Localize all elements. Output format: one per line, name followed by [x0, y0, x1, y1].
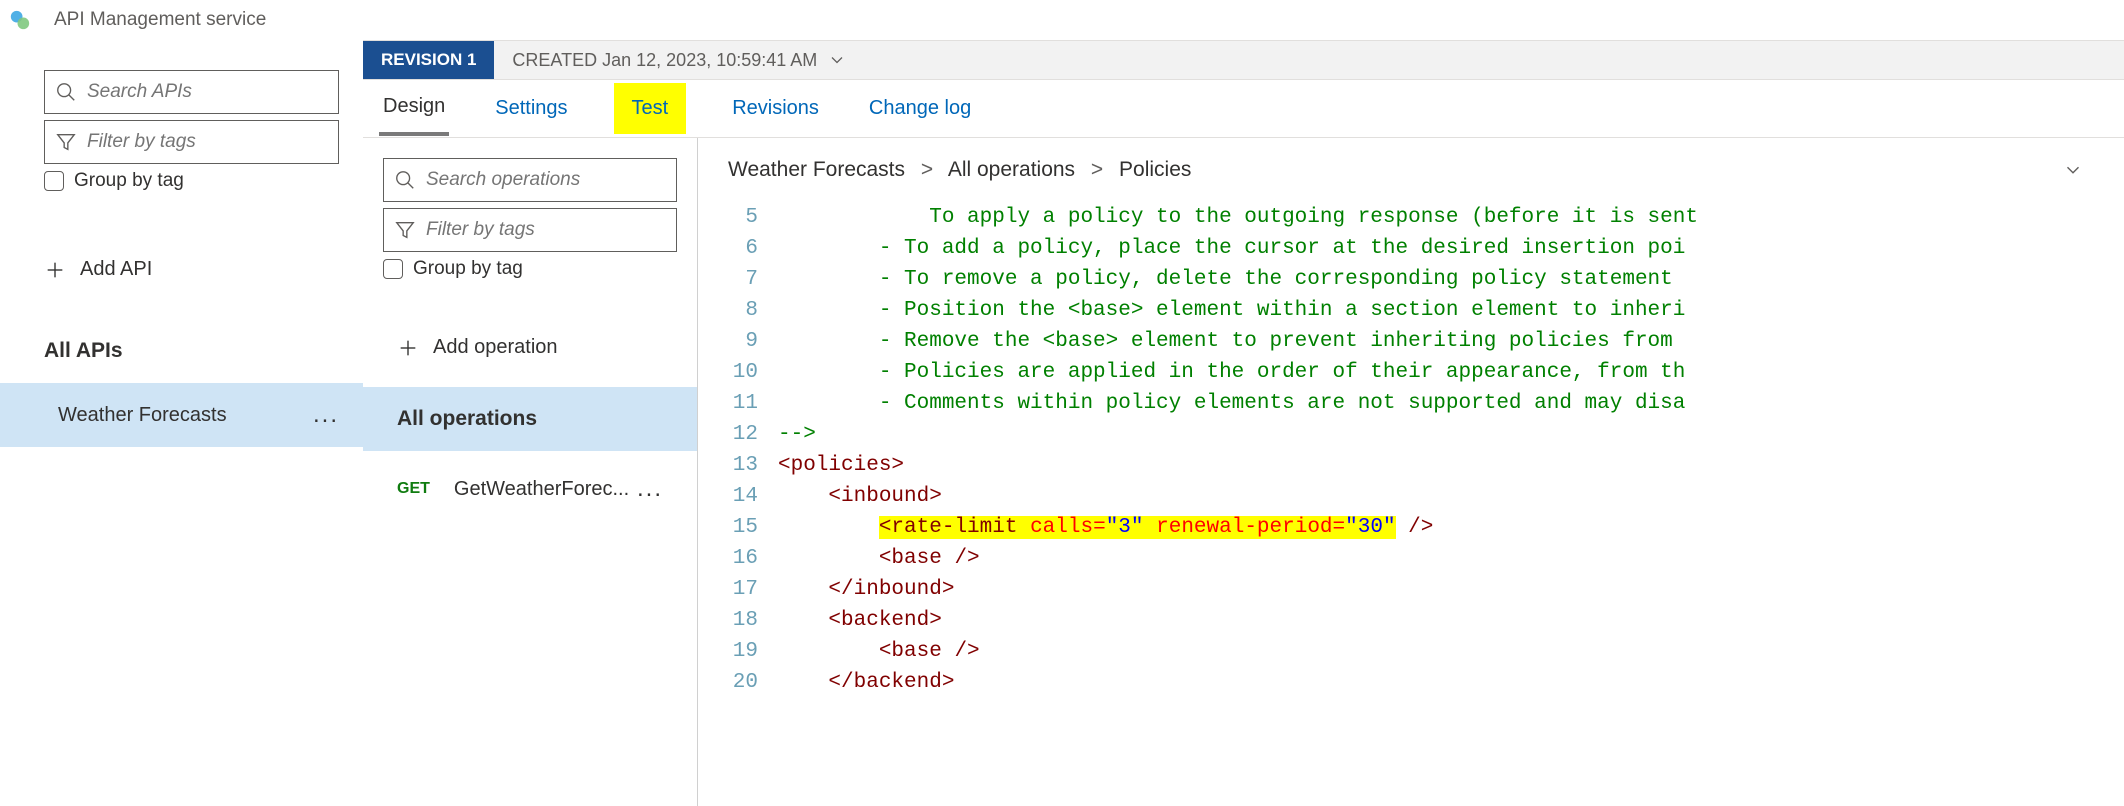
search-apis-input[interactable]	[87, 81, 328, 103]
operation-name: GetWeatherForec...	[454, 478, 629, 501]
filter-apis-box[interactable]	[44, 120, 339, 164]
filter-icon	[394, 219, 416, 241]
search-icon	[55, 81, 77, 103]
add-operation-label: Add operation	[433, 336, 558, 359]
service-logo-icon	[10, 10, 30, 30]
tab-test[interactable]: Test	[614, 83, 687, 134]
breadcrumb-sep: >	[1091, 158, 1103, 181]
api-item-weather-forecasts[interactable]: Weather Forecasts ...	[0, 383, 363, 447]
more-icon[interactable]: ...	[313, 401, 339, 429]
group-by-tag-ops[interactable]: Group by tag	[383, 258, 677, 280]
line-gutter: 567891011121314151617181920	[728, 202, 778, 698]
search-icon	[394, 169, 416, 191]
revision-created[interactable]: CREATED Jan 12, 2023, 10:59:41 AM	[512, 50, 847, 71]
filter-operations-input[interactable]	[426, 219, 666, 241]
revision-badge[interactable]: REVISION 1	[363, 41, 494, 79]
chevron-down-icon[interactable]	[827, 50, 847, 70]
filter-operations-box[interactable]	[383, 208, 677, 252]
breadcrumb-sep: >	[921, 158, 933, 181]
add-api-label: Add API	[80, 258, 152, 281]
all-apis-header[interactable]: All APIs	[44, 339, 339, 363]
code-editor[interactable]: 567891011121314151617181920 To apply a p…	[728, 202, 2124, 698]
tab-settings[interactable]: Settings	[491, 83, 571, 134]
search-apis-box[interactable]	[44, 70, 339, 114]
all-operations-item[interactable]: All operations	[363, 387, 697, 451]
add-api-button[interactable]: Add API	[44, 258, 339, 281]
plus-icon	[397, 337, 419, 359]
api-item-label: Weather Forecasts	[58, 404, 227, 427]
group-by-tag-apis[interactable]: Group by tag	[44, 170, 339, 192]
breadcrumb-scope[interactable]: All operations	[948, 158, 1075, 181]
operation-item[interactable]: GET GetWeatherForec... ...	[383, 451, 677, 527]
operations-panel: Group by tag Add operation All operation…	[363, 138, 698, 806]
search-operations-box[interactable]	[383, 158, 677, 202]
service-subtitle: API Management service	[54, 9, 266, 31]
code-lines[interactable]: To apply a policy to the outgoing respon…	[778, 202, 1698, 698]
chevron-down-icon[interactable]	[2062, 159, 2084, 181]
revision-bar: REVISION 1 CREATED Jan 12, 2023, 10:59:4…	[363, 40, 2124, 80]
tab-changelog[interactable]: Change log	[865, 83, 975, 134]
checkbox-icon[interactable]	[44, 171, 64, 191]
revision-created-prefix: CREATED	[512, 50, 597, 71]
tab-bar: Design Settings Test Revisions Change lo…	[363, 80, 2124, 138]
checkbox-icon[interactable]	[383, 259, 403, 279]
http-method-badge: GET	[397, 480, 430, 498]
filter-icon	[55, 131, 77, 153]
add-operation-button[interactable]: Add operation	[383, 336, 677, 359]
apis-panel: Group by tag Add API All APIs Weather Fo…	[0, 40, 363, 806]
breadcrumb: Weather Forecasts > All operations > Pol…	[728, 158, 2124, 182]
plus-icon	[44, 259, 66, 281]
search-operations-input[interactable]	[426, 169, 666, 191]
tab-revisions[interactable]: Revisions	[728, 83, 823, 134]
breadcrumb-api[interactable]: Weather Forecasts	[728, 158, 905, 181]
filter-apis-input[interactable]	[87, 131, 328, 153]
header: API Management service	[0, 0, 2124, 40]
breadcrumb-page: Policies	[1119, 158, 1191, 181]
tab-design[interactable]: Design	[379, 81, 449, 136]
policy-editor-pane: Weather Forecasts > All operations > Pol…	[698, 138, 2124, 806]
more-icon[interactable]: ...	[637, 475, 663, 503]
group-by-tag-label: Group by tag	[413, 258, 523, 280]
revision-created-date: Jan 12, 2023, 10:59:41 AM	[602, 50, 817, 71]
group-by-tag-label: Group by tag	[74, 170, 184, 192]
